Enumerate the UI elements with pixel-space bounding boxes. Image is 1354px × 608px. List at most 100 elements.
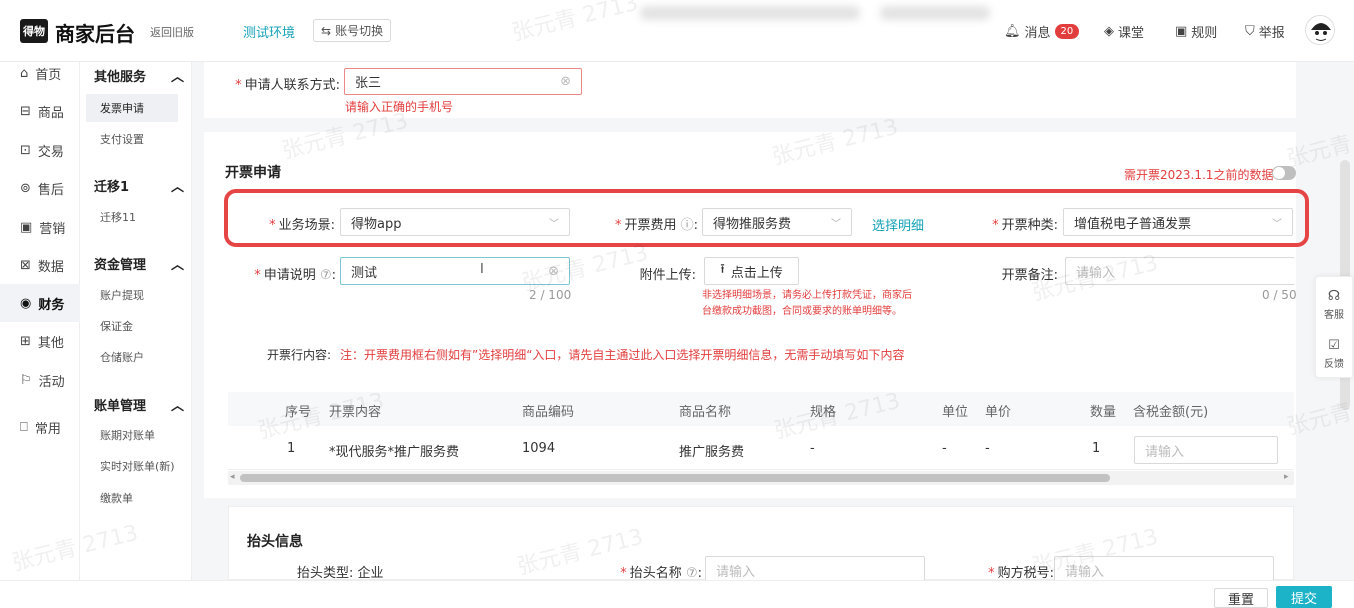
common-icon: ⎕ — [20, 419, 28, 435]
class-label: 课堂 — [1118, 26, 1145, 41]
group-migrate1[interactable]: 迁移1 ︿ — [94, 176, 184, 195]
contact-input[interactable]: 张三 ⊗ — [344, 68, 582, 95]
th-amount: 含税金额(元) — [1133, 405, 1209, 420]
old-data-toggle[interactable] — [1272, 166, 1296, 180]
upload-icon: ⭱ — [720, 262, 725, 277]
header-name-placeholder: 请输入 — [716, 564, 756, 580]
sidebar-item-deposit[interactable]: 保证金 — [86, 312, 178, 340]
sidebar-item-label: 营销 — [39, 221, 66, 237]
sidebar-item-withdraw[interactable]: 账户提现 — [86, 281, 178, 309]
avatar[interactable] — [1305, 15, 1335, 45]
desc-input[interactable]: 测试 ⊗ — [340, 257, 570, 285]
other-icon: ⊞ — [20, 333, 31, 349]
tax-label-text: 购方税号: — [997, 566, 1054, 581]
rules-nav[interactable]: ▣ 规则 — [1175, 22, 1217, 41]
group-label: 资金管理 — [94, 258, 147, 273]
remark-input[interactable]: 请输入 — [1065, 257, 1295, 285]
sidebar-item-realtime-bill[interactable]: 实时对账单(新) — [86, 452, 178, 480]
remark-placeholder: 请输入 — [1076, 265, 1116, 281]
help-icon[interactable]: ⑦ — [320, 268, 332, 283]
invoice-section-title: 开票申请 — [225, 165, 281, 181]
sidebar-item-activity[interactable]: ⚐ 活动 — [0, 361, 80, 399]
sidebar-item-after-sale[interactable]: ⊚ 售后 — [0, 169, 80, 207]
header-info-title: 抬头信息 — [247, 534, 303, 550]
switch-icon: ⇆ — [321, 23, 332, 38]
content-note: 注：开票费用框右侧如有”选择明细“入口，请先自主通过此入口选择开票明细信息，无需… — [340, 348, 905, 362]
sidebar-item-data[interactable]: ⊠ 数据 — [0, 246, 80, 284]
tax-label: * 购方税号: — [988, 566, 1054, 581]
sidebar-item-marketing[interactable]: ▣ 营销 — [0, 208, 80, 246]
sidebar-item-payment-slip[interactable]: 缴款单 — [86, 484, 178, 512]
rules-label: 规则 — [1191, 26, 1218, 41]
home-icon: ⌂ — [20, 65, 29, 81]
sidebar-item-label: 其他 — [37, 335, 64, 351]
chevron-up-icon: ︿ — [170, 258, 184, 273]
attach-note: 非选择明细场景，请务必上传打款凭证，商家后 台缴款成功截图，合同或要求的账单明细等… — [702, 288, 942, 320]
sidebar-item-finance[interactable]: ◉ 财务 — [0, 284, 80, 322]
group-fund-mgmt[interactable]: 资金管理 ︿ — [94, 254, 184, 273]
group-bill-mgmt[interactable]: 账单管理 ︿ — [94, 395, 184, 414]
th-name: 商品名称 — [679, 405, 732, 420]
submit-button[interactable]: 提交 — [1276, 586, 1332, 608]
messages-nav[interactable]: 🔔︎ 消息 20 — [1004, 22, 1080, 41]
clipboard-icon: ▣ — [1175, 24, 1188, 39]
group-other-services[interactable]: 其他服务 ︿ — [94, 66, 184, 85]
text-cursor-icon: I — [480, 262, 484, 277]
sidebar-item-label: 活动 — [38, 374, 65, 390]
graduation-icon: ◈ — [1104, 24, 1114, 39]
group-label: 其他服务 — [94, 70, 147, 85]
sidebar-item-label: 首页 — [35, 67, 62, 83]
sidebar-item-pay-settings[interactable]: 支付设置 — [86, 125, 178, 153]
sidebar-item-migrate11[interactable]: 迁移11 — [86, 203, 178, 231]
sidebar-item-period-bill[interactable]: 账期对账单 — [86, 421, 178, 449]
sidebar-item-common[interactable]: ⎕ 常用 — [0, 408, 80, 446]
chevron-up-icon: ︿ — [170, 70, 184, 85]
class-nav[interactable]: ◈ 课堂 — [1104, 22, 1144, 41]
header-name-label-text: 抬头名称 — [629, 566, 682, 581]
clear-icon[interactable]: ⊗ — [560, 74, 571, 89]
sidebar-item-invoice-apply[interactable]: 发票申请 — [86, 94, 178, 122]
report-nav[interactable]: ⛉ 举报 — [1245, 22, 1285, 41]
sidebar-item-warehouse-account[interactable]: 仓储账户 — [86, 343, 178, 371]
headset-icon: ☊ — [1327, 288, 1341, 304]
contact-error: 请输入正确的手机号 — [345, 100, 454, 114]
table-h-scroll-thumb[interactable] — [240, 474, 1110, 482]
sidebar-item-label: 常用 — [34, 421, 61, 437]
header-type-label: 抬头类型: — [297, 566, 354, 581]
sidebar-item-other[interactable]: ⊞ 其他 — [0, 322, 80, 360]
upload-button[interactable]: ⭱ 点击上传 — [704, 257, 799, 285]
data-icon: ⊠ — [20, 257, 31, 273]
feedback-button[interactable]: ☑ 反馈 — [1315, 338, 1353, 370]
trade-icon: ⊡ — [20, 142, 31, 158]
help-icon[interactable]: ⑦ — [686, 566, 698, 581]
sidebar-item-product[interactable]: ⊟ 商品 — [0, 92, 80, 130]
reset-button[interactable]: 重置 — [1214, 588, 1268, 608]
contact-value: 张三 — [355, 76, 382, 91]
header-name-label: * 抬头名称 ⑦: — [620, 566, 702, 581]
footer-bar — [0, 580, 1354, 608]
blurred-region-2 — [880, 6, 990, 20]
remark-count: 0 / 50 — [1262, 288, 1297, 302]
sidebar-item-home[interactable]: ⌂ 首页 — [0, 54, 80, 92]
sidebar-item-label: 数据 — [37, 259, 64, 275]
activity-icon: ⚐ — [20, 372, 32, 388]
feedback-icon: ☑ — [1328, 338, 1340, 353]
header-type: 抬头类型: 企业 — [297, 562, 384, 581]
desc-label-text: 申请说明 — [263, 268, 316, 283]
scroll-right-icon[interactable]: ▸ — [1284, 472, 1289, 482]
content-label: 开票行内容: — [267, 348, 332, 362]
td-qty: 1 — [1092, 441, 1101, 456]
service-button[interactable]: ☊ 客服 — [1315, 288, 1353, 321]
sidebar-item-trade[interactable]: ⊡ 交易 — [0, 131, 80, 169]
account-switch-button[interactable]: ⇆ 账号切换 — [313, 19, 392, 42]
report-label: 举报 — [1258, 26, 1285, 41]
sidebar-item-label: 商品 — [37, 105, 64, 121]
amount-input[interactable]: 请输入 — [1134, 436, 1278, 464]
back-old-version-link[interactable]: 返回旧版 — [150, 24, 194, 40]
td-name: 推广服务费 — [679, 445, 745, 460]
clear-icon[interactable]: ⊗ — [548, 264, 559, 279]
td-content: *现代服务*推广服务费 — [329, 445, 460, 460]
scroll-left-icon[interactable]: ◂ — [230, 472, 235, 482]
blurred-region — [640, 6, 860, 20]
th-code: 商品编码 — [522, 405, 575, 420]
